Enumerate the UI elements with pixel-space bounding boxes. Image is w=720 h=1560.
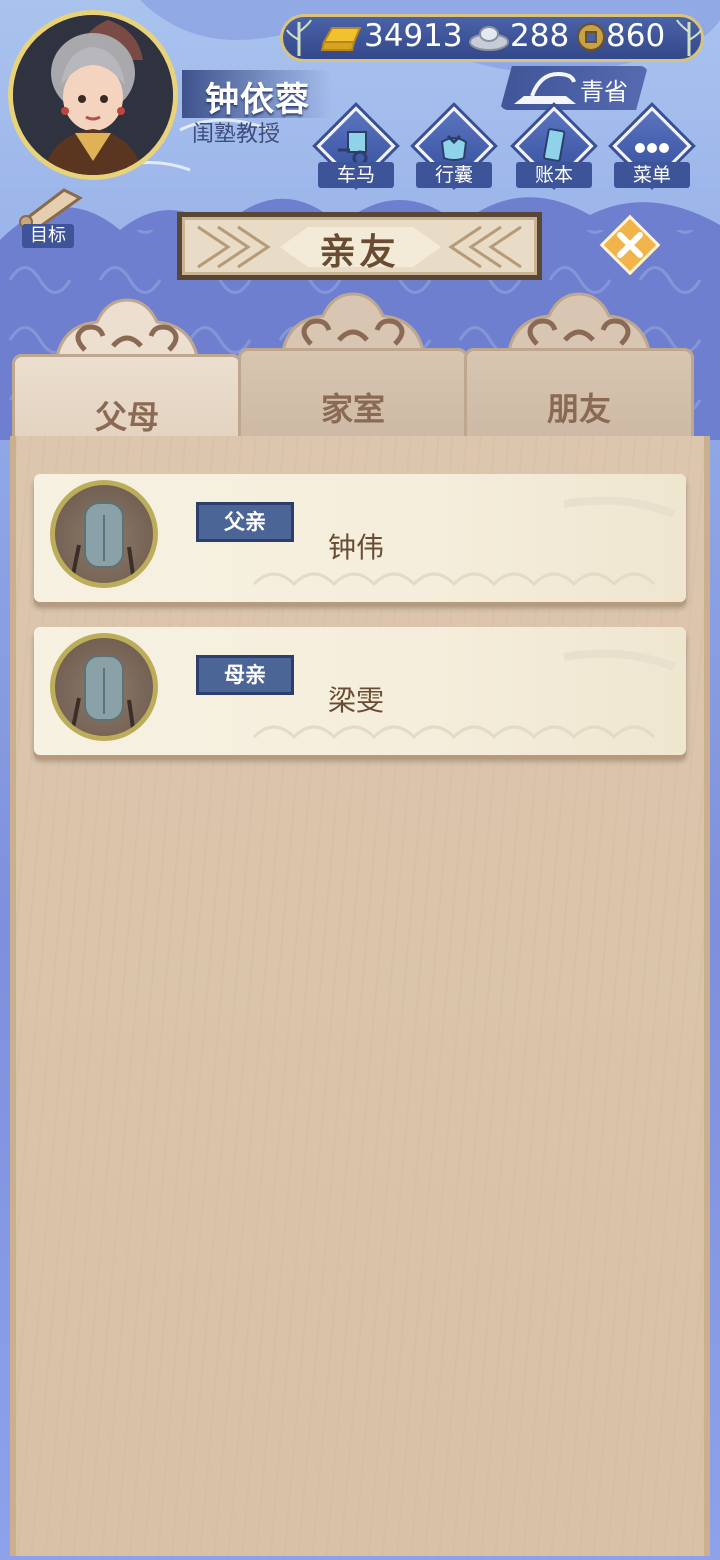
player-name: 钟依蓉 [205, 80, 310, 120]
bamboo-left-icon [286, 19, 312, 56]
relation-badge: 父亲 [196, 502, 294, 542]
carriage-icon [338, 131, 368, 166]
region-hat-icon [514, 71, 576, 104]
tombstone-icon [71, 655, 135, 729]
goal-button[interactable]: 目标 [8, 184, 88, 250]
more-menu-label: 菜单 [614, 162, 690, 188]
wave-pattern [252, 496, 676, 587]
gold-amount: 34913 [364, 18, 463, 54]
bundle-button[interactable]: 行囊 [412, 106, 496, 198]
tab-parents-label: 父母 [94, 398, 159, 436]
more-menu-button[interactable]: 菜单 [610, 106, 694, 198]
tombstone-icon [71, 502, 135, 576]
goal-label: 目标 [22, 224, 74, 248]
player-avatar[interactable] [8, 10, 178, 180]
bamboo-right-icon [676, 19, 702, 56]
relative-name: 钟伟 [328, 531, 385, 564]
tab-parents[interactable]: 父母 [12, 296, 242, 446]
gold-ingot-icon [320, 27, 362, 51]
bundle-icon [440, 134, 468, 161]
ledger-icon [543, 128, 566, 162]
relative-name: 梁雯 [328, 684, 385, 717]
player-portrait-icon [13, 15, 173, 175]
player-title: 闺塾教授 [192, 122, 281, 147]
page-title: 亲友 [319, 232, 400, 273]
close-button[interactable] [598, 213, 662, 277]
silver-amount: 288 [510, 18, 570, 54]
title-banner: 亲友 [177, 212, 542, 280]
relatives-panel [10, 436, 710, 1556]
copper-coin-icon [577, 23, 605, 51]
coin-amount: 860 [606, 18, 666, 54]
carriage-label: 车马 [318, 162, 394, 188]
tab-family[interactable]: 家室 [238, 290, 468, 440]
tab-friends-label: 朋友 [546, 390, 611, 428]
tab-friends[interactable]: 朋友 [464, 290, 694, 440]
carriage-button[interactable]: 车马 [314, 106, 398, 198]
tab-family-label: 家室 [320, 390, 385, 428]
bundle-label: 行囊 [416, 162, 492, 188]
more-icon [635, 143, 669, 153]
silver-ingot-icon [469, 26, 509, 51]
wave-pattern [252, 649, 676, 740]
relative-portrait [50, 633, 158, 741]
relation-badge: 母亲 [196, 655, 294, 695]
relative-card[interactable]: 母亲 梁雯 [34, 627, 686, 755]
relative-portrait [50, 480, 158, 588]
ledger-button[interactable]: 账本 [512, 106, 596, 198]
region-name: 青省 [580, 78, 628, 106]
ledger-label: 账本 [516, 162, 592, 188]
relative-card[interactable]: 父亲 钟伟 [34, 474, 686, 602]
